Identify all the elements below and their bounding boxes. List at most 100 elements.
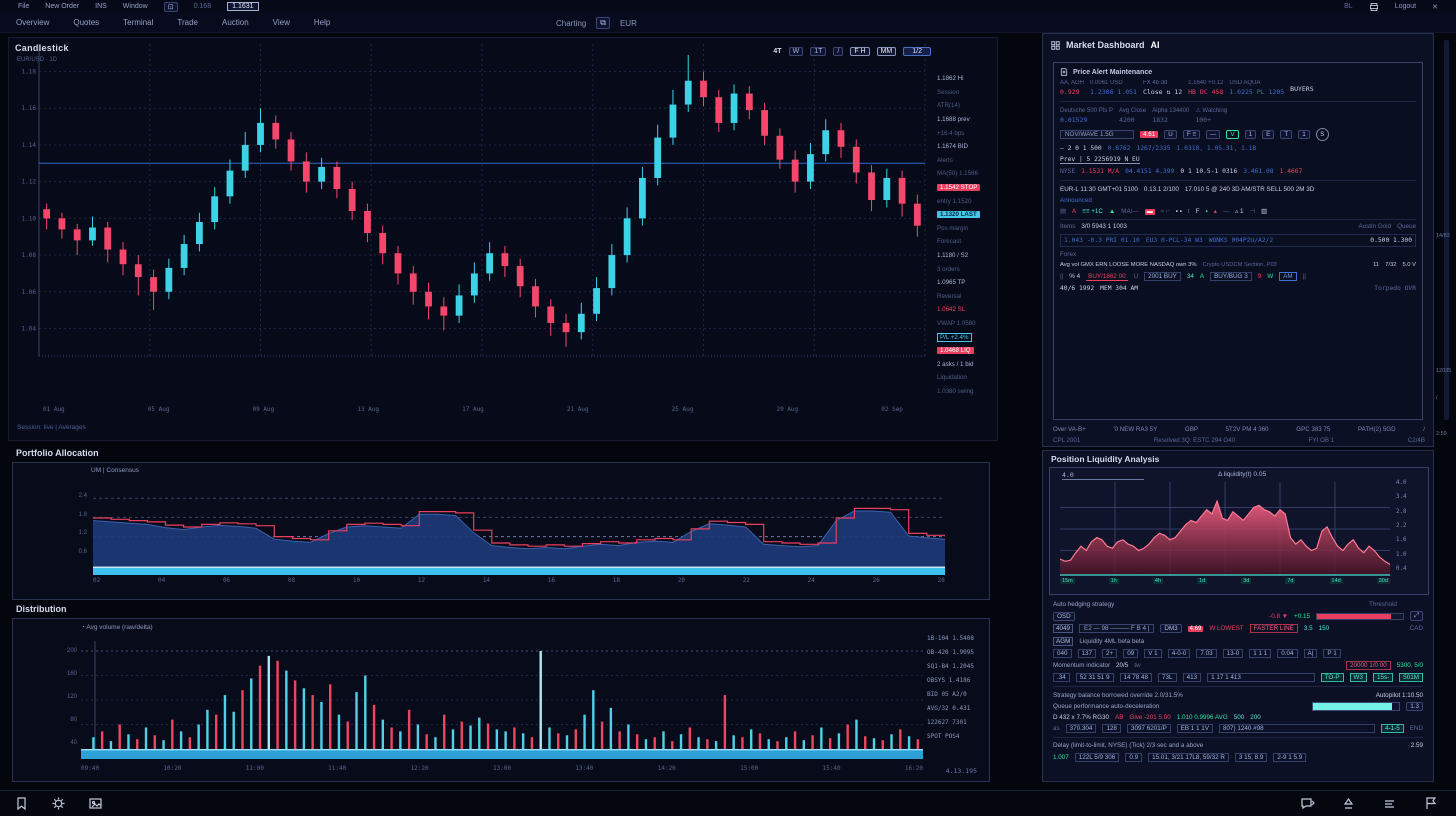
control-cell[interactable]: 370.304 bbox=[1066, 724, 1097, 733]
toolbar-button[interactable]: / bbox=[833, 47, 843, 56]
control-cell[interactable]: 137 bbox=[1078, 649, 1097, 658]
control-cell[interactable]: A| bbox=[1304, 649, 1318, 658]
order-button[interactable]: BUY/1862 00 bbox=[1086, 273, 1127, 281]
menu-item[interactable]: Help bbox=[314, 18, 330, 27]
toolbar-button[interactable]: E bbox=[1262, 130, 1274, 139]
control-cell[interactable]: 73L bbox=[1158, 673, 1177, 682]
control-cell[interactable]: 15s- bbox=[1373, 673, 1393, 682]
control-cell[interactable]: 3 15, 8.9 bbox=[1235, 753, 1268, 762]
toolbar-button[interactable]: 1/2 bbox=[903, 47, 931, 56]
control-cell[interactable]: 128 bbox=[1102, 724, 1121, 733]
list-icon[interactable] bbox=[1382, 796, 1397, 811]
control-cell[interactable]: W3 bbox=[1350, 673, 1367, 682]
menu-item[interactable]: 1.1631 bbox=[227, 2, 258, 11]
menu-item[interactable]: Window bbox=[123, 3, 148, 10]
toolbar-button[interactable]: W bbox=[789, 47, 804, 56]
order-button[interactable]: AM bbox=[1279, 272, 1296, 281]
control-cell[interactable]: E2 — 98 ——— F B 4 | bbox=[1079, 624, 1154, 633]
toolbar-button[interactable]: U bbox=[1164, 130, 1177, 139]
layout-icon[interactable]: ⧉ bbox=[596, 17, 610, 29]
control-cell[interactable]: 20000 1/0 00 bbox=[1346, 661, 1391, 670]
axis-label: 4.0 bbox=[1396, 480, 1426, 486]
control-cell[interactable]: TO-P bbox=[1321, 673, 1344, 682]
chat-icon[interactable] bbox=[1300, 796, 1315, 811]
image-icon[interactable] bbox=[88, 796, 103, 811]
toolbar-button[interactable]: S bbox=[1316, 128, 1329, 141]
charting-menu-item[interactable]: Charting bbox=[556, 19, 586, 28]
close-icon[interactable]: ✕ bbox=[1432, 3, 1438, 11]
toolbar-button[interactable]: V bbox=[1226, 130, 1238, 139]
progress-bar[interactable] bbox=[1316, 613, 1404, 620]
control-cell[interactable]: 1 17 1 413 bbox=[1207, 673, 1315, 682]
menu-item[interactable]: 0.168 bbox=[194, 3, 212, 10]
toolbar-button[interactable]: 1T bbox=[810, 47, 826, 56]
control-cell[interactable]: 7.03 bbox=[1196, 649, 1216, 658]
printer-icon[interactable] bbox=[1369, 2, 1379, 12]
candlestick-chart[interactable]: 1.181.161.141.121.101.081.061.04 bbox=[9, 38, 929, 370]
control-cell[interactable]: P 1 bbox=[1323, 649, 1340, 658]
toolbar-button[interactable]: 4.61 bbox=[1140, 131, 1158, 138]
distribution-chart[interactable] bbox=[81, 637, 923, 761]
indicator-chip[interactable]: ▬ bbox=[1145, 209, 1155, 215]
upload-arrow-icon[interactable] bbox=[1341, 796, 1356, 811]
control-cell[interactable]: AGM bbox=[1053, 637, 1073, 646]
toolbar-button[interactable]: F ≡ bbox=[1183, 130, 1200, 139]
progress-bar[interactable] bbox=[1312, 702, 1400, 711]
control-cell[interactable]: 807) 1240 #98 bbox=[1219, 724, 1375, 733]
control-cell[interactable]: 501M bbox=[1399, 673, 1423, 682]
control-cell[interactable]: 2+ bbox=[1102, 649, 1117, 658]
control-cell[interactable]: 4-1-5 bbox=[1381, 724, 1404, 733]
toolbar-button[interactable]: 1 bbox=[1298, 130, 1310, 139]
menu-item[interactable]: ⊡ bbox=[164, 2, 178, 12]
control-cell[interactable]: 14 78 48 bbox=[1120, 673, 1153, 682]
menu-item[interactable]: Overview bbox=[16, 18, 49, 27]
toolbar-button[interactable]: F H bbox=[850, 47, 869, 56]
control-cell[interactable]: 13-0 bbox=[1223, 649, 1244, 658]
control-cell[interactable]: ⤢ bbox=[1410, 611, 1423, 621]
menu-item[interactable]: Terminal bbox=[123, 18, 153, 27]
control-cell[interactable]: DM3 bbox=[1160, 624, 1181, 633]
logout-button[interactable]: Logout bbox=[1395, 3, 1416, 10]
bookmark-icon[interactable] bbox=[14, 796, 29, 811]
control-cell[interactable]: 2-9 1 5.9 bbox=[1273, 753, 1306, 762]
menu-item[interactable]: View bbox=[273, 18, 290, 27]
control-cell[interactable]: V 1 bbox=[1144, 649, 1161, 658]
menu-item[interactable]: New Order bbox=[45, 3, 79, 10]
menu-item[interactable]: File bbox=[18, 3, 29, 10]
toolbar-button[interactable]: 4T bbox=[773, 48, 781, 55]
toolbar-button[interactable]: MM bbox=[877, 47, 897, 56]
toolbar-button[interactable]: NOV/WAVE 1.5G bbox=[1060, 130, 1134, 139]
control-cell[interactable]: 4-0-0 bbox=[1168, 649, 1191, 658]
control-cell[interactable]: 1 1 1 bbox=[1249, 649, 1271, 658]
order-button[interactable]: BUY/BUG 3 bbox=[1210, 272, 1252, 281]
control-cell[interactable]: 1.3 bbox=[1406, 702, 1423, 711]
gear-icon[interactable] bbox=[51, 796, 66, 811]
control-cell[interactable]: EB 1 1 1V bbox=[1177, 724, 1213, 733]
control-cell[interactable]: 09 bbox=[1123, 649, 1138, 658]
control-cell[interactable]: 3097 6201/P bbox=[1127, 724, 1171, 733]
control-cell[interactable]: 52 31 51 9 bbox=[1076, 673, 1114, 682]
allocation-chart[interactable] bbox=[93, 479, 945, 575]
control-cell[interactable]: 4049 bbox=[1053, 624, 1073, 633]
menu-item[interactable]: Quotes bbox=[73, 18, 99, 27]
control-cell[interactable]: OSD bbox=[1053, 612, 1075, 621]
control-cell[interactable]: 4.69 bbox=[1188, 626, 1204, 632]
control-cell[interactable]: 413 bbox=[1183, 673, 1202, 682]
toolbar-button[interactable]: 1 bbox=[1245, 130, 1257, 139]
toolbar-button[interactable]: T bbox=[1280, 130, 1292, 139]
control-cell[interactable]: 0.9 bbox=[1125, 753, 1142, 762]
control-cell[interactable]: 15.01, 3/21 17L8, 59/32 R bbox=[1148, 753, 1229, 762]
flag-icon[interactable] bbox=[1423, 796, 1438, 811]
control-cell[interactable]: 040 bbox=[1053, 649, 1072, 658]
menu-item[interactable]: Auction bbox=[222, 18, 249, 27]
control-cell[interactable]: FASTER LINE bbox=[1250, 624, 1298, 633]
control-cell[interactable]: .34 bbox=[1053, 673, 1070, 682]
control-cell[interactable]: 0.04 bbox=[1277, 649, 1297, 658]
announced-link[interactable]: Announced bbox=[1060, 197, 1092, 204]
liquidity-chart[interactable] bbox=[1060, 482, 1390, 580]
control-cell[interactable]: 122L 5/9 306 bbox=[1075, 753, 1120, 762]
order-button[interactable]: 2001 BUY bbox=[1144, 272, 1181, 281]
toolbar-button[interactable]: — bbox=[1206, 130, 1220, 139]
menu-item[interactable]: Trade bbox=[177, 18, 198, 27]
menu-item[interactable]: INS bbox=[95, 3, 107, 10]
